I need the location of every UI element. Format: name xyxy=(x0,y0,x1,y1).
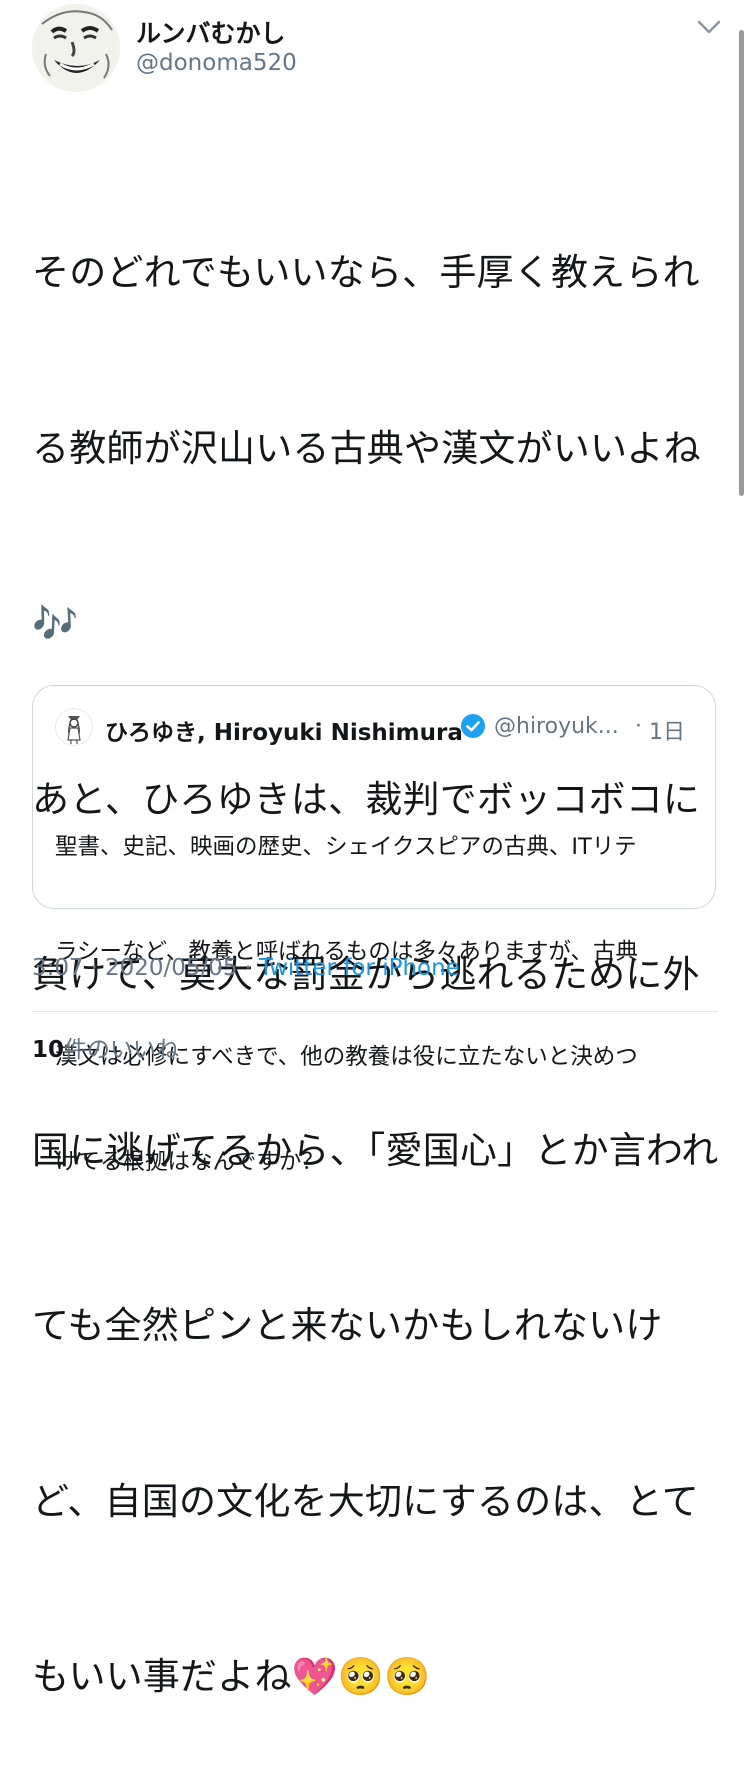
quoted-tweet-card[interactable]: ひろゆき, Hiroyuki Nishimura @hiroyuk... · 1… xyxy=(32,685,716,1175)
dot-separator: · xyxy=(635,714,642,739)
tweet-line: そのどれでもいいなら、手厚く教えられ xyxy=(32,251,700,294)
author-display-name[interactable]: ルンバむかし xyxy=(136,14,286,50)
girl-drawing-avatar-icon xyxy=(55,708,93,746)
tweet-meta: 3:07 · 2020/05/05 · Twitter for iPhone xyxy=(32,955,460,981)
quoted-author-name[interactable]: ひろゆき, Hiroyuki Nishimura xyxy=(105,713,463,747)
smiling-face-drawing-icon xyxy=(32,4,120,92)
tweet-line: ど、自国の文化を大切にするのは、とて xyxy=(32,1479,700,1523)
quoted-tweet-time: 1日 xyxy=(649,720,685,745)
tweet-time: 3:07 xyxy=(32,955,84,981)
scrollbar[interactable] xyxy=(739,30,744,496)
dot-separator: · xyxy=(244,955,252,981)
verified-badge-icon xyxy=(461,714,485,738)
tweet-line: もいい事だよね💖🥺🥺 xyxy=(32,1655,431,1698)
quoted-tweet-line: けてる根拠はなんですか？ xyxy=(55,1149,324,1175)
tweet-line: 🎶 xyxy=(32,602,79,645)
quoted-tweet-text: 聖書、史記、映画の歴史、シェイクスピアの古典、ITリテ ラシーなど、教養と呼ばれ… xyxy=(55,760,695,1250)
tweet-header: ルンバむかし @donoma520 xyxy=(32,4,722,92)
tweet-line: る教師が沢山いる古典や漢文がいいよね xyxy=(32,426,701,470)
author-avatar[interactable] xyxy=(32,4,120,92)
tweet-source-link[interactable]: Twitter for iPhone xyxy=(259,955,460,981)
tweet-line: ても全然ピンと来ないかもしれないけ xyxy=(32,1304,663,1347)
chevron-down-icon[interactable] xyxy=(696,18,722,36)
quoted-author-avatar xyxy=(55,708,93,746)
likes-summary[interactable]: 10件のいいね xyxy=(32,1030,179,1064)
likes-label: 件のいいね xyxy=(64,1037,180,1063)
author-handle[interactable]: @donoma520 xyxy=(136,50,297,76)
quoted-author-handle[interactable]: @hiroyuk... xyxy=(494,714,619,739)
dot-separator: · xyxy=(90,955,98,981)
divider xyxy=(32,1011,718,1012)
tweet-date: 2020/05/05 xyxy=(104,955,238,981)
quoted-tweet-line: 聖書、史記、映画の歴史、シェイクスピアの古典、ITリテ xyxy=(55,834,637,860)
likes-count: 10 xyxy=(32,1037,65,1063)
